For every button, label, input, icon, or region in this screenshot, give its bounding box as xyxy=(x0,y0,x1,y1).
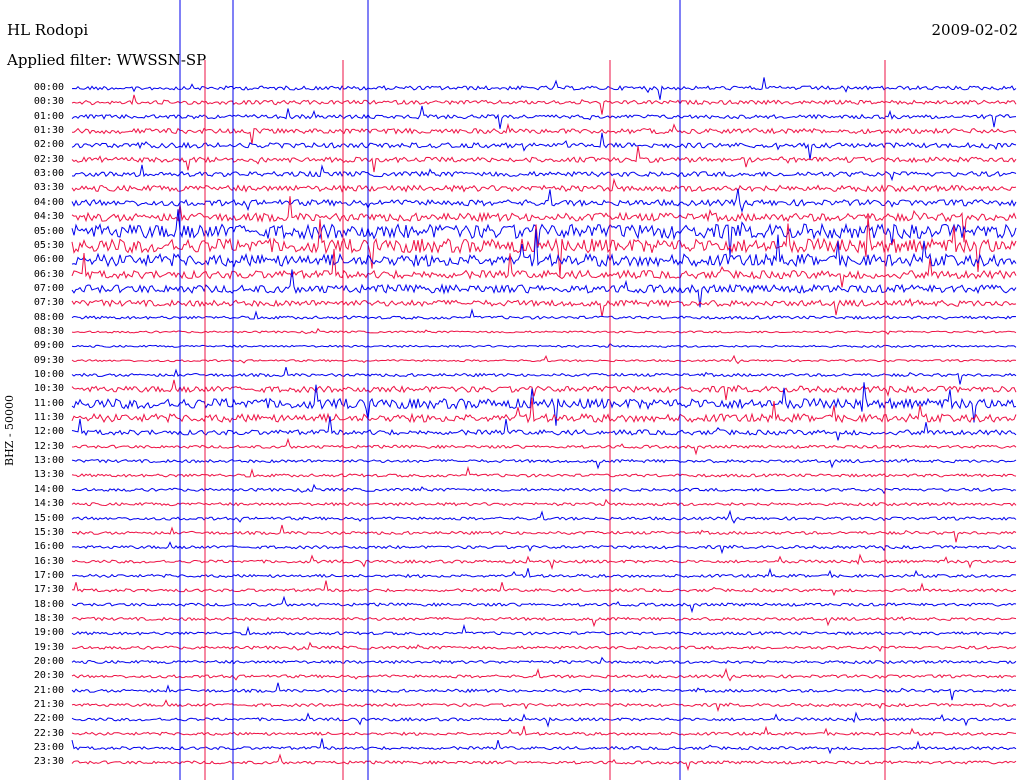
trace-row xyxy=(71,725,1017,736)
time-label: 14:00 xyxy=(33,483,64,495)
trace-row xyxy=(71,327,1017,335)
time-label: 17:30 xyxy=(33,584,64,596)
time-label: 10:00 xyxy=(33,369,64,380)
trace-row xyxy=(71,667,1017,682)
trace-row xyxy=(71,682,1017,701)
time-label: 18:30 xyxy=(33,612,64,624)
trace-row xyxy=(71,616,1017,628)
trace-row xyxy=(71,498,1017,507)
trace-row xyxy=(71,553,1017,570)
trace-row xyxy=(71,215,1017,277)
time-label: 17:00 xyxy=(33,569,64,581)
time-label: 06:00 xyxy=(33,254,64,266)
time-label: 07:30 xyxy=(33,297,64,309)
time-label: 02:30 xyxy=(33,153,64,165)
time-label: 09:30 xyxy=(33,354,64,366)
time-label: 22:00 xyxy=(33,713,64,725)
trace-row xyxy=(71,177,1017,193)
time-label: 15:00 xyxy=(33,512,64,524)
trace-row xyxy=(71,656,1017,665)
trace-row xyxy=(71,132,1017,161)
trace-row xyxy=(71,738,1017,755)
trace-row xyxy=(71,753,1017,772)
trace-row xyxy=(71,699,1017,713)
time-label: 00:30 xyxy=(33,96,64,108)
time-label: 14:30 xyxy=(33,498,64,510)
trace-row xyxy=(71,354,1017,365)
trace-row xyxy=(71,483,1017,495)
time-label: 08:30 xyxy=(33,325,64,337)
time-label: 21:00 xyxy=(33,684,64,696)
time-label: 16:30 xyxy=(33,555,64,567)
time-label: 01:00 xyxy=(33,110,64,122)
time-label: 07:00 xyxy=(33,282,64,294)
time-label: 11:00 xyxy=(33,397,64,409)
time-label: 18:00 xyxy=(33,598,64,610)
time-label: 23:30 xyxy=(33,756,64,768)
time-label: 22:30 xyxy=(33,727,64,739)
trace-row xyxy=(71,146,1017,173)
time-label: 12:00 xyxy=(33,426,64,438)
time-label: 05:30 xyxy=(33,239,64,251)
trace-row xyxy=(71,122,1017,145)
trace-row xyxy=(71,711,1016,728)
trace-row xyxy=(71,366,1017,385)
trace-row xyxy=(71,437,1017,456)
trace-row xyxy=(71,524,1017,543)
time-label: 02:00 xyxy=(33,139,64,151)
time-label: 11:30 xyxy=(33,412,64,424)
time-label: 09:00 xyxy=(33,340,64,352)
time-label: 19:00 xyxy=(33,627,64,639)
trace-row xyxy=(71,641,1017,653)
trace-row xyxy=(71,308,1017,320)
time-label: 04:00 xyxy=(33,196,64,208)
time-label: 13:00 xyxy=(33,455,64,467)
time-label: 00:00 xyxy=(33,82,64,93)
trace-row xyxy=(71,94,1017,115)
time-label: 03:30 xyxy=(33,182,64,194)
time-label: 12:30 xyxy=(33,440,64,452)
trace-row xyxy=(71,580,1017,597)
trace-row xyxy=(71,509,1017,524)
trace-row xyxy=(71,416,1017,441)
time-label: 13:30 xyxy=(33,469,64,481)
trace-row xyxy=(71,164,1017,182)
time-label: 03:00 xyxy=(33,168,64,180)
trace-row xyxy=(71,382,1017,426)
time-label: 15:30 xyxy=(33,526,64,538)
time-label: 01:30 xyxy=(33,125,64,137)
time-label: 20:00 xyxy=(33,656,64,667)
time-label: 05:00 xyxy=(33,225,64,237)
time-label: 06:30 xyxy=(33,268,64,280)
time-label: 10:30 xyxy=(33,383,64,395)
trace-row xyxy=(71,188,1017,214)
trace-row xyxy=(72,567,1017,579)
time-label: 21:30 xyxy=(33,699,64,711)
trace-row xyxy=(71,623,1017,636)
trace-row xyxy=(71,379,1017,401)
trace-row xyxy=(71,77,1017,100)
time-label: 20:30 xyxy=(33,670,64,682)
helicorder-page: HL Rodopi Applied filter: WWSSN-SP 2009-… xyxy=(0,0,1024,780)
time-label: 04:30 xyxy=(33,211,64,223)
trace-row xyxy=(71,466,1017,478)
trace-row xyxy=(71,541,1017,555)
trace-row xyxy=(71,297,1017,317)
trace-row xyxy=(71,458,1017,470)
helicorder-plot xyxy=(71,0,1017,780)
trace-row xyxy=(71,342,1017,348)
time-label: 23:00 xyxy=(33,742,64,754)
time-label: 19:30 xyxy=(33,641,64,653)
trace-row xyxy=(71,595,1017,614)
trace-row xyxy=(71,105,1017,129)
time-label: 08:00 xyxy=(33,311,64,323)
time-label: 16:00 xyxy=(33,541,64,553)
